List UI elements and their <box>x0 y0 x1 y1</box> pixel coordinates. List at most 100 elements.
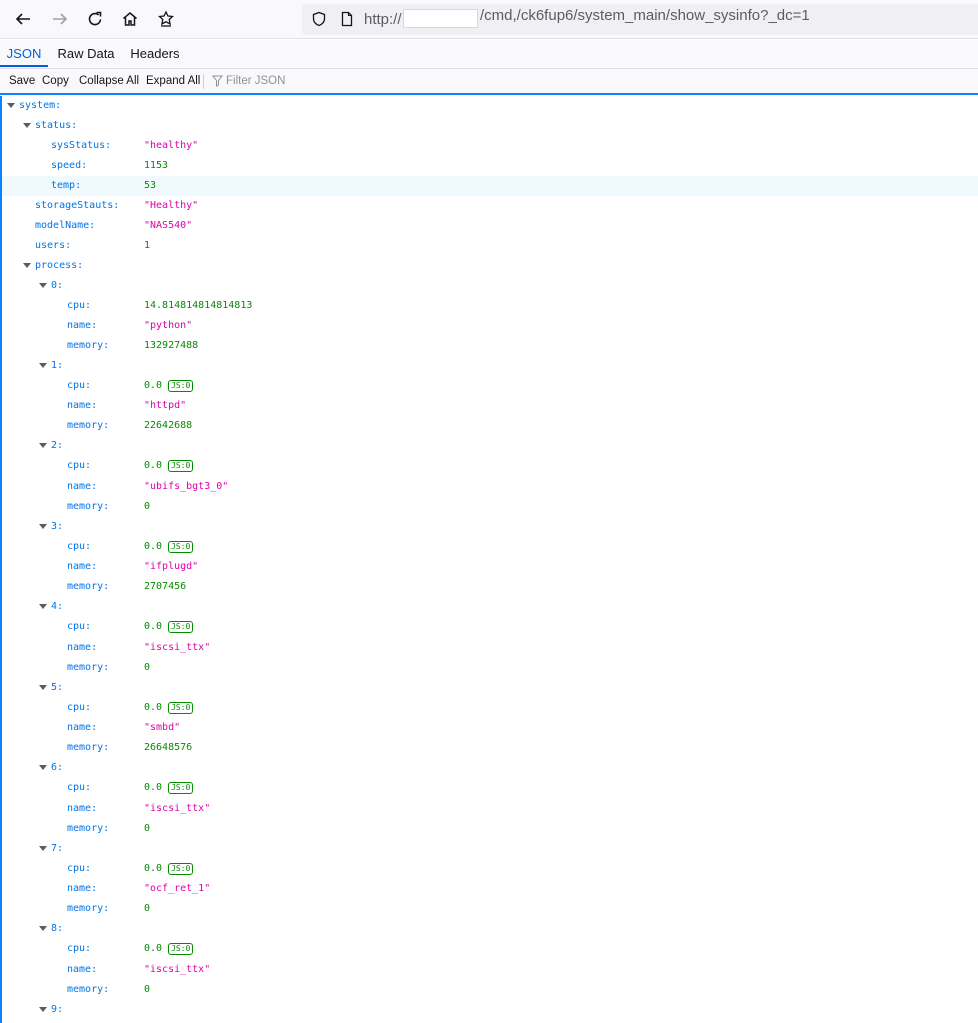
json-value: "Healthy" <box>144 200 199 211</box>
home-icon <box>123 12 137 26</box>
tree-row-memory[interactable]: memory: 132927488 <box>2 336 978 356</box>
process-item-4[interactable]: 4: <box>2 597 978 617</box>
tree-row-cpu[interactable]: cpu: 0.0 JS:0 <box>2 617 978 637</box>
process-item-9[interactable]: 9: <box>2 1000 978 1020</box>
json-key: name: <box>67 481 98 492</box>
process-item-6[interactable]: 6: <box>2 758 978 778</box>
js-value-badge: JS:0 <box>168 863 194 875</box>
tree-row-name[interactable]: name: "iscsi_ttx" <box>2 960 978 980</box>
tree-row-cpu[interactable]: cpu: 0.0 JS:0 <box>2 537 978 557</box>
process-item-0[interactable]: 0: <box>2 276 978 296</box>
disclosure-triangle-icon[interactable] <box>39 685 47 690</box>
tab-headers[interactable]: Headers <box>124 40 186 68</box>
tree-row-cpu[interactable]: cpu: 14.814814814814813 <box>2 296 978 316</box>
shield-icon[interactable] <box>311 11 327 27</box>
tree-row-status[interactable]: status: <box>2 116 978 136</box>
json-value: "python" <box>144 320 193 331</box>
json-value: 0.0 <box>144 702 163 713</box>
tree-row-storagestauts[interactable]: storageStauts: "Healthy" <box>2 196 978 216</box>
disclosure-triangle-icon[interactable] <box>39 846 47 851</box>
tree-row-cpu[interactable]: cpu: 0.0 JS:0 <box>2 859 978 879</box>
tree-row-cpu[interactable]: cpu: 0.0 JS:0 <box>2 376 978 396</box>
viewer-tabs: JSON Raw Data Headers <box>0 40 978 69</box>
tree-row-name[interactable]: name: "smbd" <box>2 718 978 738</box>
filter-json-input[interactable]: Filter JSON <box>226 75 285 87</box>
tree-row-modelname[interactable]: modelName: "NAS540" <box>2 216 978 236</box>
tree-row-users[interactable]: users: 1 <box>2 236 978 256</box>
tab-raw-data[interactable]: Raw Data <box>52 40 120 68</box>
json-key: name: <box>67 400 98 411</box>
tree-row-memory[interactable]: memory: 0 <box>2 899 978 919</box>
process-item-2[interactable]: 2: <box>2 436 978 456</box>
disclosure-triangle-icon[interactable] <box>39 283 47 288</box>
json-value: 14.814814814814813 <box>144 300 253 311</box>
tree-row-sysstatus[interactable]: sysStatus: "healthy" <box>2 136 978 156</box>
js-value-badge: JS:0 <box>168 621 194 633</box>
disclosure-triangle-icon[interactable] <box>39 443 47 448</box>
process-item-7[interactable]: 7: <box>2 839 978 859</box>
disclosure-triangle-icon[interactable] <box>39 765 47 770</box>
tab-json[interactable]: JSON <box>0 40 48 67</box>
json-value: 53 <box>144 180 157 191</box>
disclosure-triangle-icon[interactable] <box>39 926 47 931</box>
disclosure-triangle-icon[interactable] <box>7 103 15 108</box>
json-key: 2: <box>51 440 64 451</box>
process-item-5[interactable]: 5: <box>2 678 978 698</box>
tree-row-memory[interactable]: memory: 0 <box>2 497 978 517</box>
json-key: name: <box>67 642 98 653</box>
save-button[interactable]: Save <box>9 75 35 87</box>
tree-row-speed[interactable]: speed: 1153 <box>2 156 978 176</box>
tree-row-cpu[interactable]: cpu: 0.0 JS:0 <box>2 456 978 476</box>
disclosure-triangle-icon[interactable] <box>39 1007 47 1012</box>
tree-row-name[interactable]: name: "ubifs_bgt3_0" <box>2 477 978 497</box>
tree-row-memory[interactable]: memory: 0 <box>2 980 978 1000</box>
tree-row-memory[interactable]: memory: 22642688 <box>2 416 978 436</box>
json-value: 0 <box>144 984 151 995</box>
reload-button[interactable] <box>82 6 108 32</box>
home-button[interactable] <box>117 6 143 32</box>
tree-row-cpu[interactable]: cpu: 0.0 JS:0 <box>2 698 978 718</box>
json-key: process: <box>35 260 84 271</box>
json-key: cpu: <box>67 300 92 311</box>
tree-row-name[interactable]: name: "iscsi_ttx" <box>2 638 978 658</box>
js-value-badge: JS:0 <box>168 460 194 472</box>
tree-row-memory[interactable]: memory: 0 <box>2 819 978 839</box>
process-item-3[interactable]: 3: <box>2 517 978 537</box>
json-key: memory: <box>67 742 110 753</box>
forward-button[interactable] <box>47 6 73 32</box>
tree-row-system[interactable]: system: <box>2 96 978 116</box>
json-key: name: <box>67 320 98 331</box>
json-key: temp: <box>51 180 82 191</box>
tree-row-name[interactable]: name: "iscsi_ttx" <box>2 799 978 819</box>
process-item-1[interactable]: 1: <box>2 356 978 376</box>
js-value-badge: JS:0 <box>168 380 194 392</box>
json-key: cpu: <box>67 380 92 391</box>
tree-row-process[interactable]: process: <box>2 256 978 276</box>
json-key: speed: <box>51 160 88 171</box>
back-button[interactable] <box>10 6 36 32</box>
tree-row-cpu[interactable]: cpu: 0.0 JS:0 <box>2 778 978 798</box>
tree-row-name[interactable]: name: "httpd" <box>2 396 978 416</box>
tree-row-memory[interactable]: memory: 2707456 <box>2 577 978 597</box>
tree-row-name[interactable]: name: "ifplugd" <box>2 557 978 577</box>
tree-row-name[interactable]: name: "ocf_ret_1" <box>2 879 978 899</box>
process-item-8[interactable]: 8: <box>2 919 978 939</box>
disclosure-triangle-icon[interactable] <box>23 123 31 128</box>
disclosure-triangle-icon[interactable] <box>39 524 47 529</box>
copy-button[interactable]: Copy <box>42 75 69 87</box>
disclosure-triangle-icon[interactable] <box>23 263 31 268</box>
tree-row-name[interactable]: name: "python" <box>2 316 978 336</box>
json-key: cpu: <box>67 943 92 954</box>
disclosure-triangle-icon[interactable] <box>39 363 47 368</box>
collapse-all-button[interactable]: Collapse All <box>79 75 139 87</box>
expand-all-button[interactable]: Expand All <box>146 75 200 87</box>
page-icon[interactable] <box>339 11 355 27</box>
tree-row-memory[interactable]: memory: 0 <box>2 658 978 678</box>
json-key: cpu: <box>67 621 92 632</box>
tree-row-cpu[interactable]: cpu: 0.0 JS:0 <box>2 939 978 959</box>
pocket-button[interactable] <box>153 6 179 32</box>
js-value-badge: JS:0 <box>168 782 194 794</box>
disclosure-triangle-icon[interactable] <box>39 604 47 609</box>
tree-row-memory[interactable]: memory: 26648576 <box>2 738 978 758</box>
tree-row-temp[interactable]: temp: 53 <box>2 176 978 196</box>
